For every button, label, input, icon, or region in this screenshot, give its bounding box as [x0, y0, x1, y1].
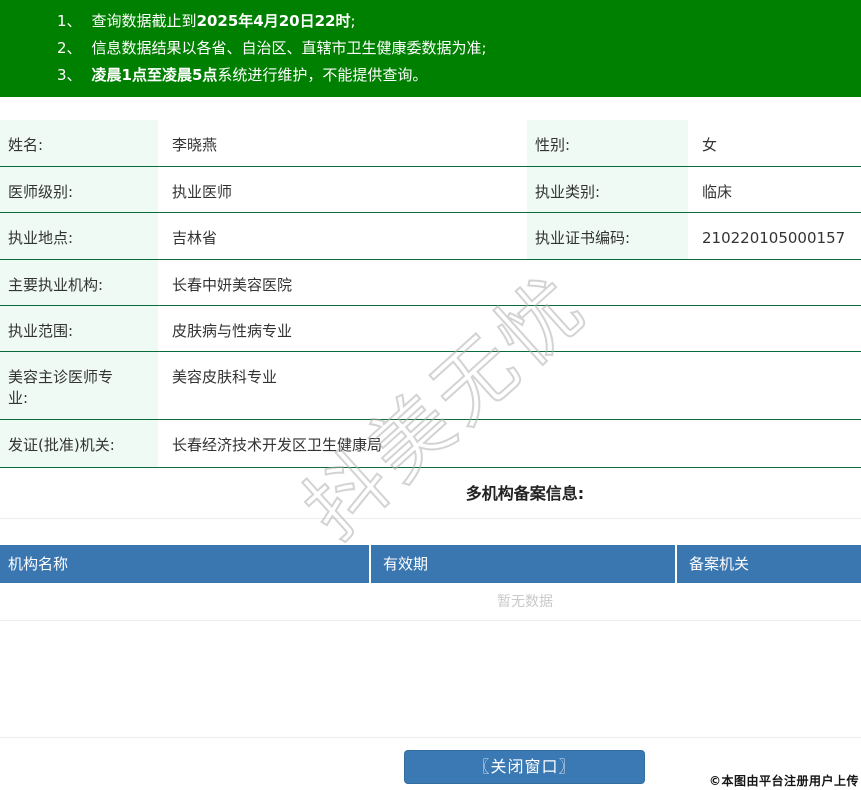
notice-line-2: 2、 信息数据结果以各省、自治区、直辖市卫生健康委数据为准; — [57, 35, 861, 62]
notice-text: 系统进行维护，不能提供查询。 — [217, 66, 428, 84]
field-value-issuing-authority: 长春经济技术开发区卫生健康局 — [172, 436, 383, 454]
field-value-practice-category: 临床 — [702, 183, 733, 201]
field-value-main-institution: 长春中妍美容医院 — [172, 276, 293, 294]
field-label-practice-location: 执业地点: — [0, 213, 158, 259]
table-row: 美容主诊医师专业: 美容皮肤科专业 — [0, 352, 861, 420]
result-content: 姓名: 李晓燕 性别: 女 医师级别: 执业医师 执业类别: 临床 执业地点: … — [0, 120, 861, 621]
field-label-gender: 性别: — [527, 120, 688, 166]
notice-number: 1、 — [57, 12, 82, 30]
table-row: 主要执业机构: 长春中妍美容医院 — [0, 260, 861, 306]
table-row: 姓名: 李晓燕 性别: 女 — [0, 120, 861, 167]
field-value-name: 李晓燕 — [172, 136, 218, 154]
query-result-page: 1、 查询数据截止到2025年4月20日22时; 2、 信息数据结果以各省、自治区、… — [0, 0, 861, 790]
notice-text: 信息数据结果以各省、自治区、直辖市卫生健康委数据为准; — [91, 39, 487, 57]
field-label-cosmetic-specialty: 美容主诊医师专业: — [0, 352, 158, 419]
field-label-certificate-number: 执业证书编码: — [527, 213, 688, 259]
records-empty-state: 暂无数据 — [0, 583, 861, 621]
field-label-name: 姓名: — [0, 120, 158, 166]
table-row: 医师级别: 执业医师 执业类别: 临床 — [0, 167, 861, 213]
table-row: 发证(批准)机关: 长春经济技术开发区卫生健康局 — [0, 420, 861, 468]
notice-number: 3、 — [57, 66, 82, 84]
field-value-practice-location: 吉林省 — [172, 229, 218, 247]
field-label-doctor-level: 医师级别: — [0, 167, 158, 212]
records-section-title: 多机构备案信息: — [0, 468, 861, 519]
notice-number: 2、 — [57, 39, 82, 57]
notice-text-bold: 2025年4月20日22时 — [196, 12, 351, 30]
field-value-cosmetic-specialty: 美容皮肤科专业 — [172, 368, 278, 386]
column-header-institution-name: 机构名称 — [0, 545, 371, 583]
notice-line-1: 1、 查询数据截止到2025年4月20日22时; — [57, 8, 861, 35]
notice-line-3: 3、 凌晨1点至凌晨5点系统进行维护，不能提供查询。 — [57, 62, 861, 89]
column-header-record-authority: 备案机关 — [689, 555, 750, 573]
field-value-doctor-level: 执业医师 — [172, 183, 233, 201]
footer-divider — [0, 737, 861, 738]
column-header-validity-period: 有效期 — [371, 545, 677, 583]
table-row: 执业地点: 吉林省 执业证书编码: 210220105000157 — [0, 213, 861, 260]
field-label-issuing-authority: 发证(批准)机关: — [0, 420, 158, 467]
field-label-practice-scope: 执业范围: — [0, 306, 158, 351]
notice-banner: 1、 查询数据截止到2025年4月20日22时; 2、 信息数据结果以各省、自治区、… — [0, 0, 861, 97]
field-value-practice-scope: 皮肤病与性病专业 — [172, 322, 293, 340]
records-table-header: 机构名称 有效期 备案机关 — [0, 545, 861, 583]
close-window-button[interactable]: 〖关闭窗口〗 — [404, 750, 645, 784]
notice-text: ; — [350, 12, 356, 30]
notice-text-bold: 凌晨1点至凌晨5点 — [91, 66, 218, 84]
table-row: 执业范围: 皮肤病与性病专业 — [0, 306, 861, 352]
copyright-stamp: ©本图由平台注册用户上传 — [708, 774, 859, 788]
field-value-certificate-number: 210220105000157 — [702, 229, 846, 247]
field-label-practice-category: 执业类别: — [527, 167, 688, 212]
doctor-info-table: 姓名: 李晓燕 性别: 女 医师级别: 执业医师 执业类别: 临床 执业地点: … — [0, 120, 861, 468]
notice-text: 查询数据截止到 — [91, 12, 197, 30]
field-label-main-institution: 主要执业机构: — [0, 260, 158, 305]
field-value-gender: 女 — [702, 136, 718, 154]
